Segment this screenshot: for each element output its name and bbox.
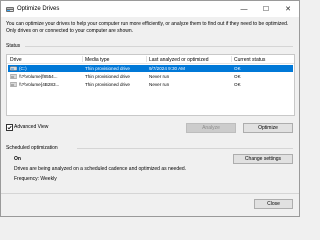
title-bar[interactable]: Optimize Drives — ☐ ✕ (1, 1, 299, 17)
status-divider (25, 46, 293, 47)
media-type: Thin provisioned drive (85, 74, 130, 79)
schedule-state: On (14, 156, 21, 162)
current-status: OK (234, 74, 241, 79)
minimize-icon: — (240, 5, 248, 13)
media-type: Thin provisioned drive (85, 82, 130, 87)
window-title: Optimize Drives (17, 6, 60, 12)
last-analyzed: Never run (149, 82, 170, 87)
column-header-media-type[interactable]: Media type (85, 57, 109, 63)
optimize-drives-app-icon (6, 7, 14, 12)
drive-icon (10, 82, 17, 87)
last-analyzed: Never run (149, 74, 170, 79)
drives-table[interactable]: Drive Media type Last analyzed or optimi… (6, 54, 295, 116)
minimize-button[interactable]: — (233, 1, 255, 17)
close-icon: ✕ (285, 6, 291, 13)
footer-divider (1, 193, 299, 194)
close-button[interactable]: Close (254, 199, 293, 209)
drive-name: \\?\Volume{4B283... (19, 82, 60, 87)
advanced-view-checkbox[interactable] (6, 124, 13, 131)
schedule-description: Drives are being analyzed on a scheduled… (14, 166, 187, 172)
close-window-button[interactable]: ✕ (277, 1, 299, 17)
table-header: Drive Media type Last analyzed or optimi… (7, 55, 294, 64)
status-label: Status (6, 43, 21, 49)
drive-icon (10, 66, 17, 71)
description-text: You can optimize your drives to help you… (6, 21, 289, 34)
optimize-drives-window: Optimize Drives — ☐ ✕ You can optimize y… (0, 0, 300, 217)
column-header-drive[interactable]: Drive (10, 57, 22, 63)
scheduled-divider (77, 148, 293, 149)
drive-name: (C:) (19, 66, 27, 71)
scheduled-optimization-label: Scheduled optimization (6, 145, 58, 151)
maximize-icon: ☐ (262, 6, 270, 13)
current-status: OK (234, 66, 241, 71)
advanced-view-label[interactable]: Advanced View (14, 124, 48, 130)
column-header-current-status[interactable]: Current status (234, 57, 265, 63)
column-separator[interactable] (146, 56, 147, 62)
table-row[interactable]: \\?\Volume{4B283... Thin provisioned dri… (8, 81, 293, 88)
change-settings-button[interactable]: Change settings (233, 154, 293, 164)
table-row[interactable]: \\?\Volume{f8554... Thin provisioned dri… (8, 73, 293, 80)
analyze-button[interactable]: Analyze (186, 123, 236, 133)
drive-icon (10, 74, 17, 79)
table-row[interactable]: (C:) Thin provisioned drive 9/7/2024 9:3… (8, 65, 293, 72)
media-type: Thin provisioned drive (85, 66, 130, 71)
last-analyzed: 9/7/2024 9:30 AM (149, 66, 186, 71)
maximize-button[interactable]: ☐ (255, 1, 277, 17)
column-separator[interactable] (82, 56, 83, 62)
column-header-last-analyzed[interactable]: Last analyzed or optimized (149, 57, 208, 63)
current-status: OK (234, 82, 241, 87)
column-separator[interactable] (231, 56, 232, 62)
drive-name: \\?\Volume{f8554... (19, 74, 58, 79)
optimize-button[interactable]: Optimize (243, 123, 293, 133)
checkmark-icon (7, 125, 12, 130)
schedule-frequency: Frequency: Weekly (14, 176, 57, 182)
